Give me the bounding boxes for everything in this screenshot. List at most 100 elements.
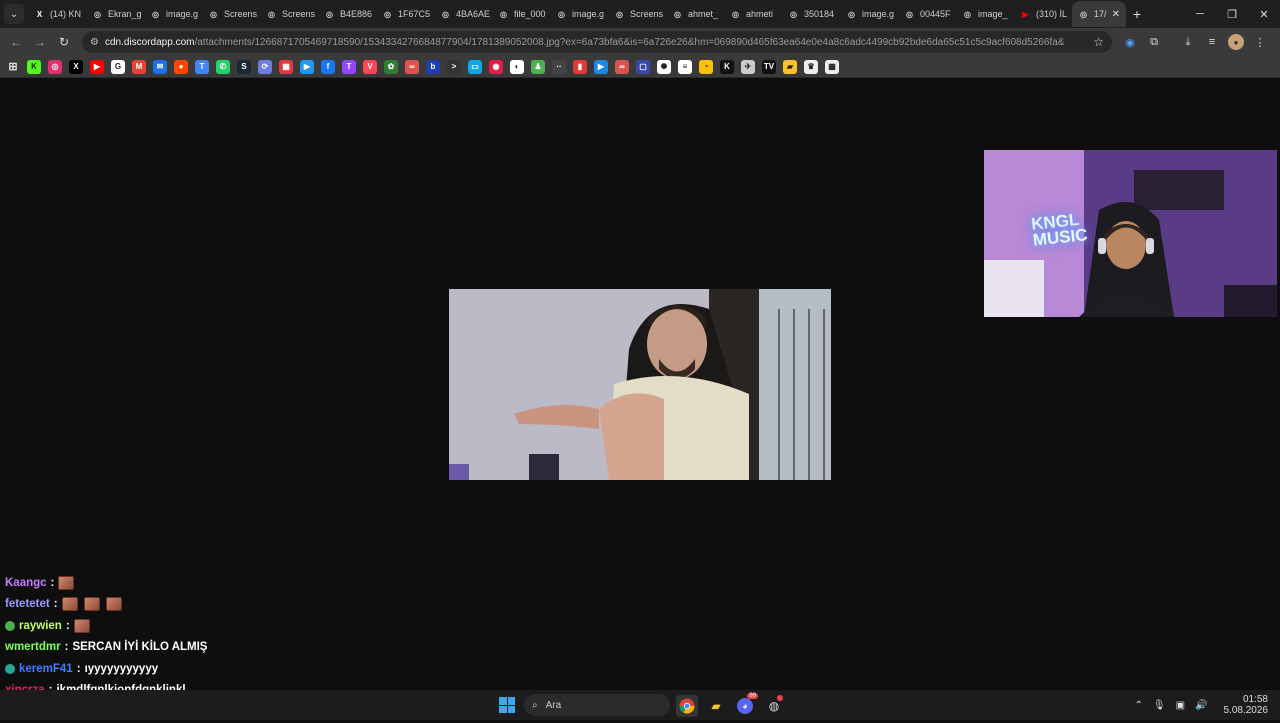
arrow-icon[interactable]: > — [447, 60, 461, 74]
restore-button[interactable]: ❐ — [1216, 8, 1248, 21]
tab-9[interactable]: ◎image.g — [550, 1, 608, 27]
tab-15[interactable]: ◎00445F — [898, 1, 956, 27]
k-icon[interactable]: K — [720, 60, 734, 74]
image-content — [449, 289, 831, 480]
gallery-icon[interactable]: ▦ — [279, 60, 293, 74]
chat-username[interactable]: raywien — [19, 620, 62, 632]
chat-message: fetetetet: — [5, 594, 305, 616]
tmdb-icon[interactable]: TV — [762, 60, 776, 74]
tab-13[interactable]: ◎350184 — [782, 1, 840, 27]
extensions-puzzle-icon[interactable]: ⧉ — [1146, 34, 1162, 50]
tab-17[interactable]: ▶(310) İL — [1014, 1, 1072, 27]
downloads-icon[interactable]: ⤓ — [1180, 34, 1196, 50]
translate-icon[interactable]: T — [195, 60, 209, 74]
facebook-icon[interactable]: f — [321, 60, 335, 74]
extension-shazam-icon[interactable]: ◉ — [1122, 34, 1138, 50]
tab-3[interactable]: ◎Screens — [202, 1, 260, 27]
leaf-icon[interactable]: ✿ — [384, 60, 398, 74]
x-icon[interactable]: X — [69, 60, 83, 74]
openai-icon[interactable]: ✺ — [657, 60, 671, 74]
chat-username[interactable]: keremF41 — [19, 663, 73, 675]
minimize-button[interactable]: ─ — [1184, 8, 1216, 21]
chat-username[interactable]: Kaangc — [5, 577, 47, 589]
profile-avatar[interactable]: ● — [1228, 34, 1244, 50]
file-explorer-icon[interactable]: ▰ — [705, 695, 727, 717]
address-bar[interactable]: ⚙ cdn.discordapp.com/attachments/1266871… — [82, 31, 1112, 53]
dots-icon[interactable]: ·· — [552, 60, 566, 74]
youtube-icon[interactable]: ▶ — [90, 60, 104, 74]
b-icon[interactable]: b — [426, 60, 440, 74]
shield-icon[interactable]: ◉ — [489, 60, 503, 74]
tab-8[interactable]: ◎file_000 — [492, 1, 550, 27]
back-button[interactable]: ← — [4, 35, 28, 49]
tab-16[interactable]: ◎image_ — [956, 1, 1014, 27]
chrome-taskbar-icon[interactable] — [676, 695, 698, 717]
new-tab-button[interactable]: + — [1126, 6, 1148, 22]
folder-icon[interactable]: ▰ — [783, 60, 797, 74]
site-info-icon[interactable]: ⚙ — [90, 37, 99, 48]
pacman-icon[interactable]: ◔ — [699, 60, 713, 74]
google-icon[interactable]: G — [111, 60, 125, 74]
discord-taskbar-icon[interactable]: ◕ 99 — [734, 695, 756, 717]
forward-button[interactable]: → — [28, 35, 52, 49]
apps-grid-icon[interactable]: ⊞ — [6, 60, 20, 74]
chat-username[interactable]: fetetetet — [5, 598, 50, 610]
more-menu-icon[interactable]: ⋮ — [1252, 34, 1268, 50]
steam-icon[interactable]: S — [237, 60, 251, 74]
tab-label: ahmeti — [746, 9, 773, 19]
mask-icon[interactable]: ♛ — [804, 60, 818, 74]
sync-icon[interactable]: ⟳ — [258, 60, 272, 74]
play-circle-icon[interactable]: ▶ — [594, 60, 608, 74]
tab-6[interactable]: ◎1F67C5 — [376, 1, 434, 27]
figure-icon[interactable]: ♟ — [531, 60, 545, 74]
tab-14[interactable]: ◎image.g — [840, 1, 898, 27]
tab-search-button[interactable]: ⌄ — [4, 4, 24, 24]
close-tab-icon[interactable]: ✕ — [1112, 9, 1120, 20]
media-controls-icon[interactable]: ≡ — [1204, 34, 1220, 50]
gmail-icon[interactable]: M — [132, 60, 146, 74]
tab-2[interactable]: ◎image.g — [144, 1, 202, 27]
kick-icon[interactable]: K — [27, 60, 41, 74]
tab-4[interactable]: ◎Screens — [260, 1, 318, 27]
link-icon[interactable]: ∞ — [405, 60, 419, 74]
tab-5[interactable]: ◎B4E886 — [318, 1, 376, 27]
reddit-icon[interactable]: ● — [174, 60, 188, 74]
grid-icon[interactable]: ▦ — [825, 60, 839, 74]
chat-icon[interactable]: ▭ — [468, 60, 482, 74]
tray-overflow-icon[interactable]: ⌃ — [1135, 700, 1143, 711]
volume-icon[interactable]: 🔊 — [1195, 700, 1207, 711]
stack-icon[interactable]: ≡ — [678, 60, 692, 74]
tab-11[interactable]: ◎ahmet_ — [666, 1, 724, 27]
discord-notification-badge: 99 — [747, 693, 758, 699]
tab-7[interactable]: ◎4BA6AE — [434, 1, 492, 27]
chart-icon[interactable]: ▮ — [573, 60, 587, 74]
twitch-icon[interactable]: T — [342, 60, 356, 74]
instagram-icon[interactable]: ◎ — [48, 60, 62, 74]
tab-0[interactable]: X(14) KN — [28, 1, 86, 27]
bookmark-star-icon[interactable]: ☆ — [1093, 35, 1104, 49]
bird-icon[interactable]: ✈ — [741, 60, 755, 74]
close-window-button[interactable]: ✕ — [1248, 8, 1280, 21]
whatsapp-icon[interactable]: ✆ — [216, 60, 230, 74]
box-icon[interactable]: ▢ — [636, 60, 650, 74]
notification-dot — [777, 695, 783, 701]
start-button[interactable] — [499, 697, 515, 713]
tab-10[interactable]: ◎Screens — [608, 1, 666, 27]
network-icon[interactable]: ▣ — [1176, 700, 1185, 711]
clock[interactable]: 01:58 5.08.2026 — [1224, 694, 1269, 716]
viewed-image[interactable] — [449, 289, 831, 480]
chat-username[interactable]: wmertdmr — [5, 641, 61, 653]
url-domain: cdn.discordapp.com — [105, 37, 195, 48]
steam-taskbar-icon[interactable]: ◍ — [763, 695, 785, 717]
tab-18[interactable]: ◎17/✕ — [1072, 1, 1126, 27]
tab-12[interactable]: ◎ahmeti — [724, 1, 782, 27]
mail-icon[interactable]: ✉ — [153, 60, 167, 74]
tab-1[interactable]: ◎Ekran_g — [86, 1, 144, 27]
microphone-icon[interactable]: 🎙 — [1153, 700, 1166, 711]
link-icon[interactable]: ∞ — [615, 60, 629, 74]
play-icon[interactable]: ▶ — [300, 60, 314, 74]
reload-button[interactable]: ↻ — [52, 35, 76, 49]
compass-icon[interactable]: ◐ — [510, 60, 524, 74]
valorant-icon[interactable]: V — [363, 60, 377, 74]
taskbar-search[interactable]: ⌕ Ara — [524, 694, 670, 716]
